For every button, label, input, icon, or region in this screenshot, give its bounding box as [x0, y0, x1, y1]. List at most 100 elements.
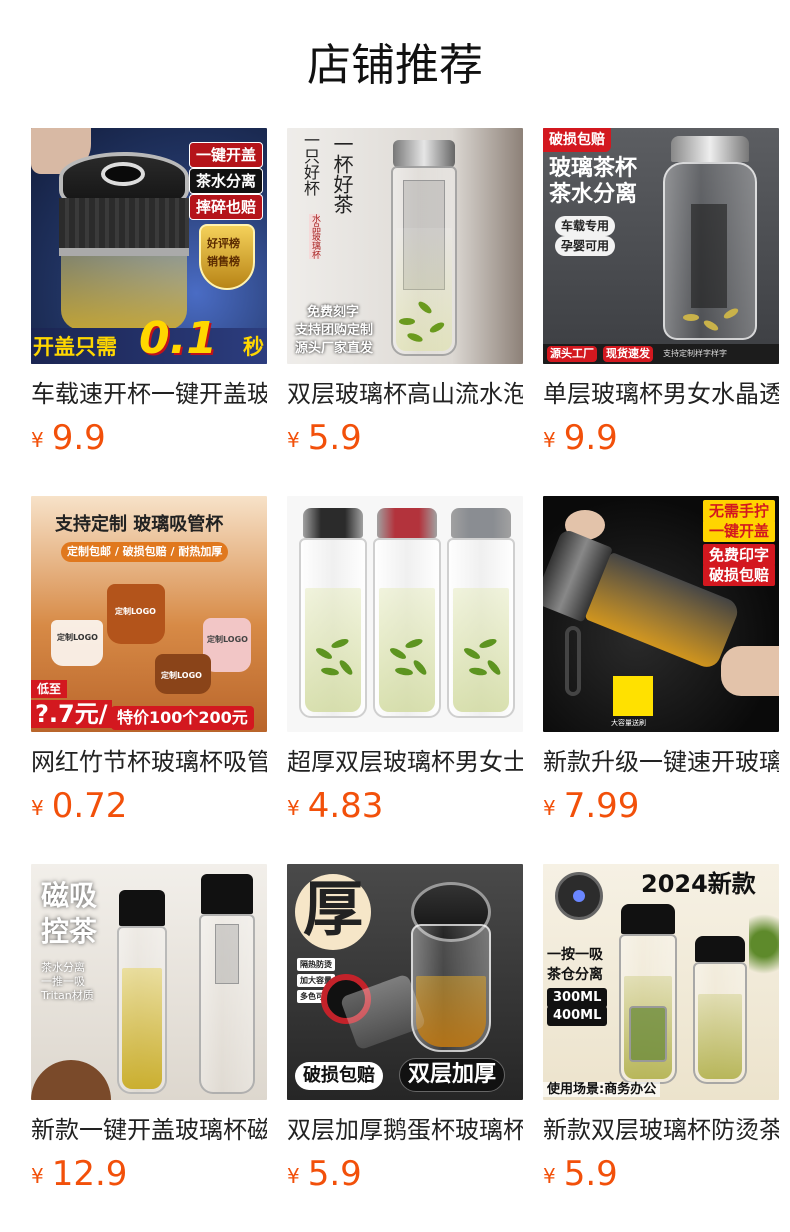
price-value: 9.9 [563, 418, 618, 458]
product-price: ¥9.9 [543, 418, 779, 464]
product-image[interactable]: 2024新款 一按一吸 茶仓分离 300ML 400ML 使用场景:商务办公 [543, 864, 779, 1100]
product-name[interactable]: 网红竹节杯玻璃杯吸管杯 [31, 746, 267, 778]
feature-tag: 无需手拧 [703, 500, 776, 522]
cup-label: 定制LOGO [57, 633, 98, 642]
product-price: ¥5.9 [287, 1154, 523, 1200]
currency-symbol: ¥ [31, 1164, 44, 1188]
product-price: ¥7.99 [543, 786, 779, 832]
shield-text: 销售榜 [207, 255, 240, 268]
product-name[interactable]: 新款双层玻璃杯防烫茶水分离 [543, 1114, 779, 1146]
product-image[interactable]: 大容量送刷 无需手拧 一键开盖 免费印字 破损包赔 [543, 496, 779, 732]
product-price: ¥5.9 [543, 1154, 779, 1200]
product-name[interactable]: 新款一键开盖玻璃杯磁吸控茶 [31, 1114, 267, 1146]
seal-text: 水品玻璃杯 [309, 214, 320, 259]
product-card[interactable]: 大容量送刷 无需手拧 一键开盖 免费印字 破损包赔 新款升级一键速开玻璃杯 ¥7… [543, 496, 779, 826]
footer-tag: 源头工厂 [547, 346, 597, 362]
currency-symbol: ¥ [287, 428, 300, 452]
feature-chip: 隔热防烫 [297, 958, 335, 971]
price-value: 5.9 [307, 418, 362, 458]
size-chip: 300ML [547, 988, 608, 1008]
product-price: ¥0.72 [31, 786, 267, 832]
bottle-body [447, 538, 515, 718]
currency-symbol: ¥ [287, 796, 300, 820]
bottle-cap [377, 508, 437, 538]
product-name[interactable]: 车载速开杯一键开盖玻璃杯茶水分离 [31, 378, 267, 410]
currency-symbol: ¥ [543, 1164, 556, 1188]
footer-tag: 现货速发 [603, 346, 653, 362]
price-value: 5.9 [563, 1154, 618, 1194]
promo-line: 源头厂家直发 [295, 341, 374, 356]
product-image[interactable]: 破损包赔 玻璃茶杯 茶水分离 车载专用 孕婴可用 源头工厂 现货速发 支持定制样… [543, 128, 779, 364]
feature-item: 茶水分离 [41, 961, 85, 974]
product-image[interactable]: 厚 隔热防烫 加大容量 多色可选 破损包赔 双层加厚 [287, 864, 523, 1100]
cup-label: 定制LOGO [207, 635, 248, 644]
big-character: 厚 [303, 875, 363, 945]
currency-symbol: ¥ [31, 796, 44, 820]
currency-symbol: ¥ [31, 428, 44, 452]
bottle-body [373, 538, 441, 718]
banner-number: 0.1 [139, 313, 217, 364]
feature-item: 一推一吸 [41, 975, 85, 988]
headline: 控茶 [41, 915, 98, 948]
product-card[interactable]: 一杯好茶 一只好杯 水品玻璃杯 免费刻字 支持团购定制 源头厂家直发 双层玻璃杯… [287, 128, 523, 458]
headline: 茶水分离 [549, 182, 638, 207]
currency-symbol: ¥ [543, 796, 556, 820]
price-value: 12.9 [51, 1154, 128, 1194]
feature-text: 茶仓分离 [547, 967, 603, 983]
banner-text: 开盖只需 [33, 335, 117, 359]
price-badge-top: 低至 [31, 680, 68, 698]
product-price: ¥5.9 [287, 418, 523, 464]
product-card[interactable]: 一键开盖 茶水分离 摔碎也赔 好评榜 销售榜 开盖只需 0.1 秒 车载速开杯一… [31, 128, 267, 458]
product-price: ¥4.83 [287, 786, 523, 832]
product-name[interactable]: 超厚双层玻璃杯男女士便携泡茶杯 [287, 746, 523, 778]
currency-symbol: ¥ [543, 428, 556, 452]
promo-line: 免费刻字 [307, 305, 360, 320]
product-card[interactable]: 2024新款 一按一吸 茶仓分离 300ML 400ML 使用场景:商务办公 新… [543, 864, 779, 1194]
feature-chip: 孕婴可用 [555, 236, 616, 256]
product-image[interactable]: 一杯好茶 一只好杯 水品玻璃杯 免费刻字 支持团购定制 源头厂家直发 [287, 128, 523, 364]
product-name[interactable]: 单层玻璃杯男女水晶透明泡茶杯 [543, 378, 779, 410]
price-value: 0.72 [51, 786, 128, 826]
feature-tag: 免费印字 [703, 544, 776, 566]
product-name[interactable]: 新款升级一键速开玻璃杯 [543, 746, 779, 778]
banner-unit: 秒 [243, 335, 264, 359]
feature-tag: 一键开盖 [189, 142, 264, 168]
product-image[interactable]: 一键开盖 茶水分离 摔碎也赔 好评榜 销售榜 开盖只需 0.1 秒 [31, 128, 267, 364]
bottom-tag: 双层加厚 [399, 1058, 506, 1092]
bottle-cap [451, 508, 511, 538]
shield-text: 好评榜 [207, 237, 240, 250]
bottle-body [299, 538, 367, 718]
product-image[interactable] [287, 496, 523, 732]
footer-text: 使用场景:商务办公 [543, 1082, 661, 1097]
product-card[interactable]: 破损包赔 玻璃茶杯 茶水分离 车载专用 孕婴可用 源头工厂 现货速发 支持定制样… [543, 128, 779, 458]
feature-tag: 茶水分离 [189, 168, 264, 194]
feature-chip: 车载专用 [555, 216, 616, 236]
promo-banner: 特价100个200元 [111, 706, 254, 730]
product-card[interactable]: 超厚双层玻璃杯男女士便携泡茶杯 ¥4.83 [287, 496, 523, 826]
product-price: ¥9.9 [31, 418, 267, 464]
product-image[interactable]: 支持定制 玻璃吸管杯 定制包邮 / 破损包赔 / 耐热加厚 定制LOGO 定制L… [31, 496, 267, 732]
product-card[interactable]: 厚 隔热防烫 加大容量 多色可选 破损包赔 双层加厚 双层加厚鹅蛋杯玻璃杯 ¥5… [287, 864, 523, 1194]
product-card[interactable]: 支持定制 玻璃吸管杯 定制包邮 / 破损包赔 / 耐热加厚 定制LOGO 定制L… [31, 496, 267, 826]
cup-label: 定制LOGO [161, 671, 202, 680]
product-name[interactable]: 双层玻璃杯高山流水泡茶杯 [287, 378, 523, 410]
feature-tag: 破损包赔 [703, 564, 776, 586]
product-card[interactable]: 磁吸 控茶 茶水分离 一推一吸 Tritan材质 新款一键开盖玻璃杯磁吸控茶 ¥… [31, 864, 267, 1194]
price-value: 4.83 [307, 786, 384, 826]
calligraphy-text: 一杯好茶 [330, 134, 354, 214]
product-grid: 一键开盖 茶水分离 摔碎也赔 好评榜 销售榜 开盖只需 0.1 秒 车载速开杯一… [0, 0, 790, 1232]
product-image[interactable]: 磁吸 控茶 茶水分离 一推一吸 Tritan材质 [31, 864, 267, 1100]
cup-label: 定制LOGO [115, 607, 156, 616]
box-label: 大容量送刷 [611, 719, 646, 727]
feature-tag: 一键开盖 [703, 520, 776, 542]
price-value: 9.9 [51, 418, 106, 458]
feature-text: 一按一吸 [547, 947, 603, 963]
headline: 玻璃茶杯 [549, 156, 638, 181]
price-value: 5.9 [307, 1154, 362, 1194]
headline: 磁吸 [41, 879, 98, 912]
feature-item: Tritan材质 [41, 989, 94, 1002]
product-name[interactable]: 双层加厚鹅蛋杯玻璃杯 [287, 1114, 523, 1146]
footer-note: 支持定制样字样字 [663, 349, 727, 358]
price-badge: ?.7元/ [31, 700, 112, 728]
calligraphy-text: 一只好杯 [301, 132, 320, 196]
